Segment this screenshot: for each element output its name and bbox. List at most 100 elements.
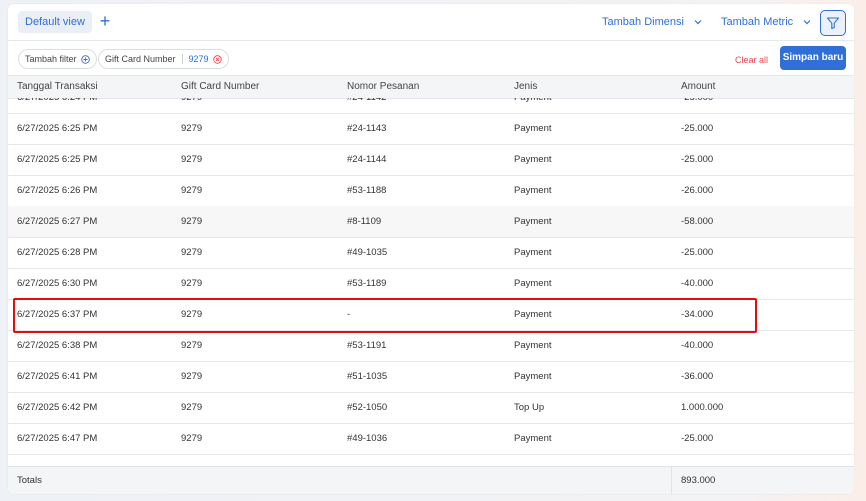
totals-label: Totals — [17, 475, 42, 486]
cell-type: Top Up — [514, 402, 545, 413]
cell-date: 6/27/2025 6:42 PM — [17, 402, 98, 413]
cell-type: Payment — [514, 185, 552, 196]
cell-amount: -26.000 — [681, 185, 714, 196]
cell-order-number: #53-1191 — [347, 340, 387, 351]
table-row[interactable]: 6/27/2025 6:37 PM 9279 - Payment -34.000 — [8, 299, 854, 331]
add-view-button[interactable]: + — [96, 10, 114, 32]
cell-amount: -40.000 — [681, 340, 714, 351]
table-row[interactable]: 6/27/2025 6:27 PM 9279 #8-1109 Payment -58.0… — [8, 206, 854, 238]
cell-type: Payment — [514, 309, 552, 320]
cell-order-number: #53-1188 — [347, 185, 387, 196]
add-filter-label: Tambah filter — [25, 54, 77, 64]
plus-icon: + — [99, 11, 111, 31]
cell-order-number: - — [347, 309, 351, 320]
cell-type: Payment — [514, 371, 552, 382]
table-row[interactable]: 6/27/2025 6:38 PM 9279 #53-1191 Payment -40.… — [8, 330, 854, 362]
cell-date: 6/27/2025 6:26 PM — [17, 185, 98, 196]
gift-card-filter-chip[interactable]: Gift Card Number 9279 — [98, 49, 229, 69]
cell-type: Payment — [514, 247, 552, 258]
cell-order-number: #24-1142 — [347, 98, 386, 113]
cell-order-number: #24-1143 — [347, 123, 387, 134]
cell-amount: -25.000 — [681, 433, 714, 444]
cell-gift-card: 9279 — [181, 98, 202, 113]
cell-gift-card: 9279 — [181, 216, 203, 227]
table-body[interactable]: 6/27/2025 6:24 PM 9279 #24-1142 Payment -25.… — [8, 98, 854, 466]
cell-amount: -25.000 — [681, 98, 713, 113]
cell-gift-card: 9279 — [181, 402, 203, 413]
chevron-down-icon — [694, 20, 702, 25]
add-filter-chip[interactable]: Tambah filter — [18, 49, 97, 69]
cell-gift-card: 9279 — [181, 185, 203, 196]
cell-amount: -34.000 — [681, 309, 714, 320]
cell-type: Payment — [514, 278, 552, 289]
cell-date: 6/27/2025 6:27 PM — [17, 216, 98, 227]
cell-gift-card: 9279 — [181, 340, 203, 351]
column-header-type[interactable]: Jenis — [514, 81, 537, 92]
table-row[interactable]: 6/27/2025 6:25 PM 9279 #24-1144 Payment -25.… — [8, 144, 854, 176]
report-panel: Default view + Tambah Dimensi Tambah Met… — [8, 4, 854, 494]
cell-order-number: #49-1036 — [347, 433, 388, 444]
table-row[interactable]: 6/27/2025 6:24 PM 9279 #24-1142 Payment -25.… — [8, 98, 854, 114]
column-header-amount[interactable]: Amount — [681, 81, 715, 92]
cell-amount: -36.000 — [681, 371, 714, 382]
cell-gift-card: 9279 — [181, 123, 203, 134]
filter-toggle-button[interactable] — [820, 10, 846, 36]
cell-order-number: #51-1035 — [347, 371, 388, 382]
cell-date: 6/27/2025 6:25 PM — [17, 154, 98, 165]
table-row[interactable]: 6/27/2025 6:42 PM 9279 #52-1050 Top Up 1.000… — [8, 392, 854, 424]
column-header-gift-card[interactable]: Gift Card Number — [181, 81, 259, 92]
filter-value: 9279 — [188, 54, 209, 64]
table-row[interactable]: 6/27/2025 6:26 PM 9279 #53-1188 Payment -26.… — [8, 175, 854, 207]
column-header-date[interactable]: Tanggal Transaksi — [17, 81, 98, 92]
top-toolbar: Default view + Tambah Dimensi Tambah Met… — [8, 4, 854, 41]
tab-default-view[interactable]: Default view — [18, 11, 92, 33]
column-header-order-number[interactable]: Nomor Pesanan — [347, 81, 419, 92]
clear-all-link[interactable]: Clear all — [735, 55, 768, 65]
cell-date: 6/27/2025 6:30 PM — [17, 278, 98, 289]
cell-date: 6/27/2025 6:41 PM — [17, 371, 98, 382]
add-dimension-button[interactable]: Tambah Dimensi — [602, 13, 703, 31]
cell-type: Payment — [514, 216, 552, 227]
cell-order-number: #24-1144 — [347, 154, 387, 165]
cell-date: 6/27/2025 6:28 PM — [17, 247, 98, 258]
save-new-button[interactable]: Simpan baru — [780, 46, 846, 70]
cell-type: Payment — [514, 98, 552, 113]
cell-type: Payment — [514, 154, 552, 165]
filter-field-label: Gift Card Number — [105, 54, 176, 64]
cell-date: 6/27/2025 6:37 PM — [17, 309, 98, 320]
plus-circle-icon — [80, 54, 90, 64]
cell-order-number: #53-1189 — [347, 278, 387, 289]
cell-type: Payment — [514, 340, 552, 351]
cell-amount: -25.000 — [681, 247, 714, 258]
totals-amount: 893.000 — [681, 475, 716, 486]
cell-date: 6/27/2025 6:38 PM — [17, 340, 98, 351]
chip-divider — [181, 54, 183, 64]
add-metric-button[interactable]: Tambah Metric — [721, 13, 812, 31]
cell-amount: -25.000 — [681, 154, 714, 165]
cell-gift-card: 9279 — [181, 247, 203, 258]
table-row[interactable]: 6/27/2025 6:41 PM 9279 #51-1035 Payment -36.… — [8, 361, 854, 393]
cell-gift-card: 9279 — [181, 154, 203, 165]
filter-bar: Tambah filter Gift Card Number 9279 Clea… — [8, 41, 854, 76]
cell-amount: -40.000 — [681, 278, 714, 289]
table-row[interactable]: 6/27/2025 6:28 PM 9279 #49-1035 Payment -25.… — [8, 237, 854, 269]
add-metric-label: Tambah Metric — [721, 16, 794, 28]
add-dimension-label: Tambah Dimensi — [602, 16, 684, 28]
cell-type: Payment — [514, 433, 552, 444]
cell-gift-card: 9279 — [181, 278, 203, 289]
cell-amount: 1.000.000 — [681, 402, 724, 413]
cell-order-number: #49-1035 — [347, 247, 388, 258]
cell-gift-card: 9279 — [181, 433, 203, 444]
close-circle-icon[interactable] — [212, 54, 222, 64]
cell-gift-card: 9279 — [181, 309, 203, 320]
cell-date: 6/27/2025 6:47 PM — [17, 433, 98, 444]
table-row[interactable]: 6/27/2025 6:47 PM 9279 #49-1036 Payment -25.… — [8, 423, 854, 455]
funnel-icon — [826, 17, 840, 30]
table-row[interactable]: 6/27/2025 6:30 PM 9279 #53-1189 Payment -40.… — [8, 268, 854, 300]
cell-amount: -25.000 — [681, 123, 714, 134]
table-header: Tanggal Transaksi Gift Card Number Nomor… — [8, 76, 854, 99]
table-row[interactable]: 6/27/2025 6:25 PM 9279 #24-1143 Payment -25.… — [8, 113, 854, 145]
chevron-down-icon — [803, 20, 811, 25]
cell-gift-card: 9279 — [181, 371, 203, 382]
cell-date: 6/27/2025 6:24 PM — [17, 98, 97, 113]
